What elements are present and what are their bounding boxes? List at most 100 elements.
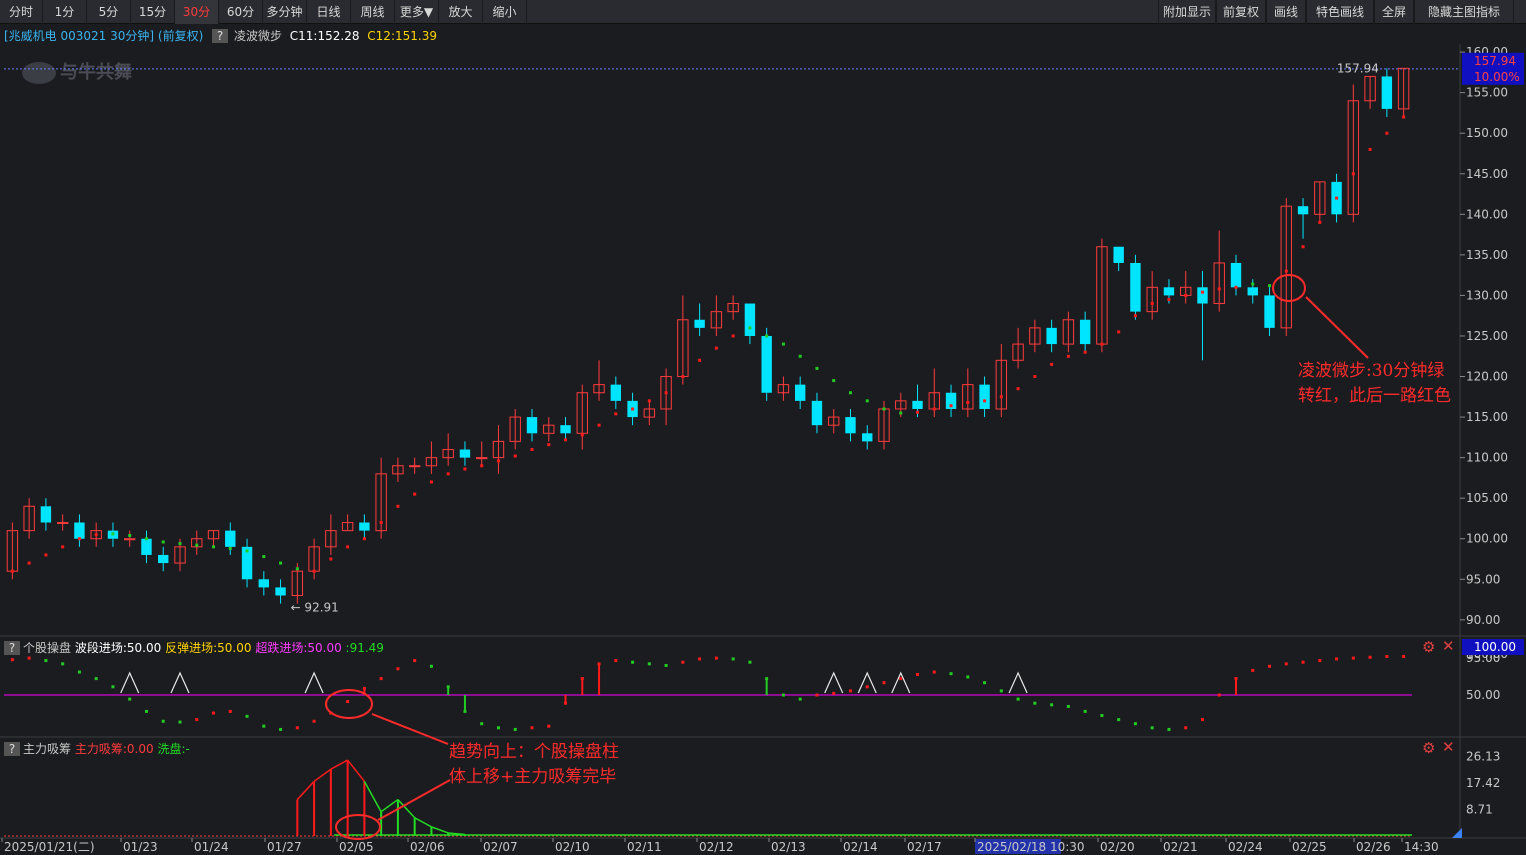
toolbar-btn-8[interactable]: 周线 [351, 0, 395, 24]
sub1-point [647, 662, 651, 666]
settings-gear-icon[interactable]: ⚙ [1422, 638, 1435, 656]
candle-body [1012, 343, 1024, 361]
close-icon[interactable]: ✕ [1442, 637, 1455, 655]
c11-value: C11:152.28 [289, 29, 360, 43]
toolbar-btn-3[interactable]: 15分 [131, 0, 175, 24]
candles-group [6, 67, 1410, 604]
sub2-line [313, 768, 332, 782]
toolbar-btn-7[interactable]: 日线 [307, 0, 351, 24]
watermark-logo: 与牛共舞 [22, 58, 132, 85]
toolbar-btn-0[interactable]: 分时 [0, 0, 43, 24]
x-tick-label: 01/24 [194, 840, 229, 854]
indicator-dot [329, 557, 333, 561]
indicator-dot [61, 545, 65, 549]
sub1-point [848, 689, 852, 693]
toolbar-right-btn-4[interactable]: 全屏 [1374, 0, 1414, 24]
toolbar-right-btn-3[interactable]: 特色画线 [1306, 0, 1374, 24]
indicator-dot [144, 537, 148, 541]
toolbar-btn-10[interactable]: 放大 [439, 0, 483, 24]
indicator-dot [1167, 297, 1171, 301]
x-tick-label: 02/21 [1163, 840, 1198, 854]
indicator-dot [882, 407, 886, 411]
help-icon[interactable]: ? [4, 641, 20, 655]
indicator-dot [731, 334, 735, 338]
sub1-triangle [1008, 671, 1028, 694]
toolbar-btn-2[interactable]: 5分 [87, 0, 131, 24]
sub1-point [714, 656, 718, 660]
toolbar-btn-4[interactable]: 30分 [175, 0, 219, 24]
sub1-name: 个股操盘 [23, 641, 72, 655]
toolbar-btn-6[interactable]: 多分钟 [263, 0, 307, 24]
sub1-point [698, 657, 702, 661]
settings-gear-icon-2[interactable]: ⚙ [1422, 739, 1435, 757]
candle-body [359, 522, 370, 531]
sub2-line [414, 817, 432, 828]
indicator-dot [379, 521, 383, 525]
x-tick-label: 02/14 [843, 840, 878, 854]
candle-body [258, 579, 270, 588]
help-icon[interactable]: ? [4, 742, 20, 756]
sub1-point [614, 659, 618, 663]
y-tick-label: 135.00 [1466, 248, 1508, 262]
sub2-line [448, 832, 466, 836]
sub1-y-tick-label: 100.00 [1466, 647, 1508, 661]
toolbar-btn-1[interactable]: 1分 [43, 0, 87, 24]
sub1-point [781, 693, 785, 697]
y-tick-label: 125.00 [1466, 329, 1508, 343]
y-tick-label: 100.00 [1466, 532, 1508, 546]
toolbar-right-btn-2[interactable]: 画线 [1266, 0, 1306, 24]
toolbar-btn-9[interactable]: 更多▼ [395, 0, 439, 24]
candle-body [912, 400, 923, 409]
sub1-point [295, 726, 299, 730]
toolbar-right-btn-5[interactable]: 隐藏主图指标 [1414, 0, 1514, 24]
y-tick-label: 150.00 [1466, 126, 1508, 140]
candle-body [442, 449, 454, 459]
sub1-point [379, 677, 383, 681]
sub1-point [44, 659, 48, 663]
sub1-point [1083, 709, 1087, 713]
toolbar-btn-5[interactable]: 60分 [219, 0, 263, 24]
indicator-dot [899, 411, 903, 415]
sub2-line [363, 780, 382, 813]
x-tick-label: 2025/01/21(二) [4, 840, 95, 854]
indicator-dot [1234, 285, 1238, 289]
sub2-name: 主力吸筹 [23, 742, 72, 756]
indicator-dot [396, 504, 400, 508]
bull-logo-icon [22, 62, 56, 85]
indicator-dot [195, 543, 199, 547]
candle-body [643, 408, 656, 418]
sub1-point [1050, 703, 1054, 707]
indicator-dot [1200, 290, 1204, 294]
watermark-text: 与牛共舞 [60, 62, 132, 82]
close-icon-2[interactable]: ✕ [1442, 738, 1455, 756]
indicator-dot [1251, 282, 1255, 286]
sub1-point [832, 691, 836, 695]
annotation-arrow [1305, 296, 1369, 359]
sub1-point [111, 685, 115, 689]
candle-body [777, 384, 790, 394]
indicator-dot [77, 537, 81, 541]
sub1-point [480, 722, 484, 726]
sub1-point [865, 685, 869, 689]
indicator-dot [664, 391, 668, 395]
candle-body [694, 319, 705, 328]
x-tick-label: 01/27 [267, 840, 302, 854]
y-tick-label: 145.00 [1466, 167, 1508, 181]
indicator-dot [530, 448, 534, 452]
toolbar-right-btn-1[interactable]: 前复权 [1216, 0, 1266, 24]
toolbar-right-btn-0[interactable]: 附加显示 [1158, 0, 1216, 24]
help-icon[interactable]: ? [212, 29, 229, 43]
y-tick-label: 90.00 [1466, 613, 1500, 627]
indicator-dot [178, 542, 182, 546]
indicator-dot [597, 423, 601, 427]
indicator-dot [580, 433, 584, 437]
indicator-dot [865, 399, 869, 403]
sub1-point [396, 667, 400, 671]
indicator-dot [949, 404, 953, 408]
indicator-dot [1402, 115, 1406, 119]
candle-body [1079, 319, 1091, 345]
candle-body [1046, 327, 1057, 345]
sub1-point [1217, 693, 1221, 697]
sub1-point [144, 709, 148, 713]
toolbar-btn-11[interactable]: 缩小 [483, 0, 527, 24]
